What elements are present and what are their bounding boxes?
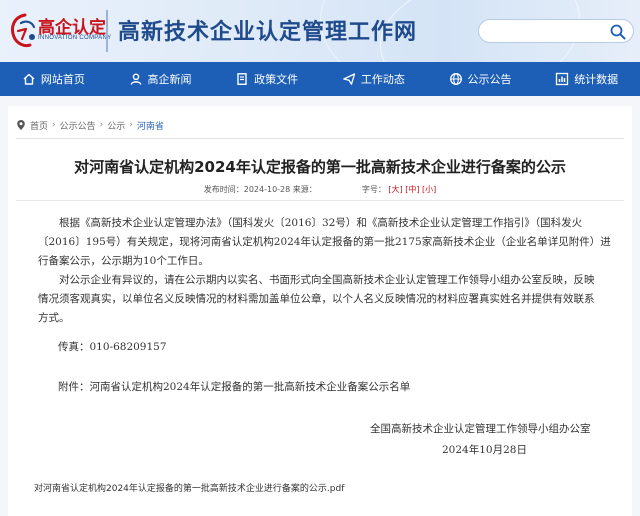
publish-date: 发布时间：2024-10-28 来源： (203, 185, 317, 194)
signature-org: 全国高新技术企业认定管理工作领导小组办公室 (370, 423, 591, 435)
font-size-small[interactable]: [小] (422, 185, 436, 194)
paragraph-line: 情况须客观真实，以单位名义反映情况的材料需加盖单位公章，以个人名义反映情况的材料… (38, 293, 595, 305)
paragraph-line: 对公示企业有异议的，请在公示期内以实名、书面形式向全国高新技术企业认定管理工作领… (59, 274, 595, 286)
search-input[interactable] (478, 19, 634, 43)
nav-item-label: 公示公告 (467, 73, 512, 86)
main-nav: 网站首页 高企新闻 政策文件 工作动态 公示公告 统计数据 (0, 62, 640, 96)
article-panel: 首页 › 公示公告 › 公示 › 河南省 对河南省认定机构2024年认定报备的第… (8, 106, 632, 516)
site-header: 高企认定 INNOVATION COMPANY 高新技术企业认定管理工作网 (0, 0, 640, 62)
document-icon (237, 73, 247, 85)
font-size-medium[interactable]: [中] (405, 185, 419, 194)
location-pin-icon (17, 120, 25, 130)
nav-item-label: 网站首页 (40, 73, 85, 86)
nav-item-label: 高企新闻 (147, 73, 192, 86)
font-size-label: 字号： (361, 185, 386, 194)
user-icon (130, 73, 141, 85)
search-icon[interactable] (609, 23, 627, 41)
breadcrumb-notice[interactable]: 公示公告 (60, 119, 96, 132)
breadcrumb-separator: › (52, 120, 56, 130)
signature-date: 2024年10月28日 (442, 444, 527, 456)
breadcrumb-separator: › (99, 120, 104, 130)
breadcrumb: 首页 › 公示公告 › 公示 › 河南省 (16, 118, 164, 132)
site-logo[interactable]: 高企认定 INNOVATION COMPANY (8, 7, 111, 55)
paragraph-line: 行备案公示，公示期为10个工作日。 (38, 255, 209, 267)
article-meta: 发布时间：2024-10-28 来源： 字号： [大] [中] [小] (8, 184, 632, 195)
breadcrumb-current[interactable]: 河南省 (137, 119, 164, 132)
paragraph-line: 根据《高新技术企业认定管理办法》（国科发火〔2016〕32号）和《高新技术企业认… (59, 217, 583, 229)
paragraph-line: 方式。 (38, 312, 70, 324)
logo-subtitle: INNOVATION COMPANY (38, 35, 112, 41)
nav-item-news[interactable]: 高企新闻 (107, 62, 214, 96)
nav-item-stats[interactable]: 统计数据 (533, 62, 640, 96)
globe-icon (449, 73, 462, 85)
nav-item-home[interactable]: 网站首页 (0, 62, 107, 96)
divider (16, 200, 624, 201)
paragraph-line: 〔2016〕195号）有关规定，现将河南省认定机构2024年认定报备的第一批21… (38, 236, 611, 248)
nav-item-work[interactable]: 工作动态 (320, 62, 427, 96)
nav-item-label: 统计数据 (574, 73, 619, 86)
divider (16, 138, 624, 139)
contact-fax: 传真：010-68209157 (58, 341, 167, 353)
nav-item-label: 政策文件 (254, 73, 299, 86)
chart-icon (556, 72, 569, 86)
home-icon (23, 73, 35, 85)
logo-mark-icon (10, 13, 36, 48)
breadcrumb-home[interactable]: 首页 (30, 119, 48, 132)
nav-item-label: 工作动态 (360, 73, 405, 86)
send-icon (342, 73, 355, 85)
header-divider (106, 10, 108, 52)
pdf-attachment-link[interactable]: 对河南省认定机构2024年认定报备的第一批高新技术企业进行备案的公示.pdf (34, 481, 344, 494)
article-body: 根据《高新技术企业认定管理办法》（国科发火〔2016〕32号）和《高新技术企业认… (38, 214, 618, 328)
article-title: 对河南省认定机构2024年认定报备的第一批高新技术企业进行备案的公示 (74, 158, 566, 176)
font-size-large[interactable]: [大] (388, 185, 402, 194)
site-title: 高新技术企业认定管理工作网 (118, 20, 418, 45)
attachment-note: 附件：河南省认定机构2024年认定报备的第一批高新技术企业备案公示名单 (58, 381, 411, 393)
nav-item-policy[interactable]: 政策文件 (213, 62, 320, 96)
breadcrumb-public[interactable]: 公示 (107, 119, 125, 132)
nav-item-notice[interactable]: 公示公告 (427, 62, 534, 96)
breadcrumb-separator: › (129, 120, 133, 130)
